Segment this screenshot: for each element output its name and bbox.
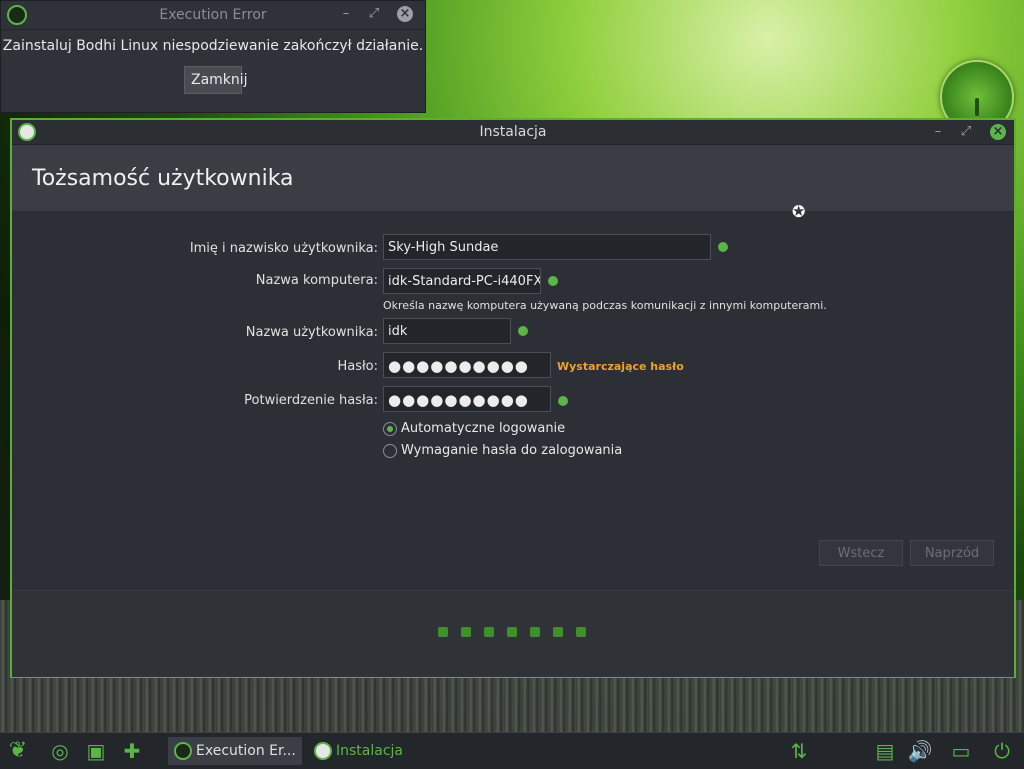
auto-login-radio[interactable]: Automatyczne logowanie	[383, 421, 565, 436]
mouse-cursor-icon: ✪	[792, 202, 806, 221]
clipboard-icon[interactable]: ▤	[871, 737, 899, 765]
next-button[interactable]: Naprzód	[910, 540, 994, 566]
app-store-bag-icon[interactable]: ✚	[118, 737, 146, 765]
computer-name-valid-icon	[548, 276, 558, 286]
network-transfer-icon[interactable]: ⇅	[785, 737, 813, 765]
installer-logo-icon	[18, 123, 36, 141]
full-name-valid-icon	[718, 242, 728, 252]
computer-name-label: Nazwa komputera:	[255, 273, 378, 288]
browser-icon[interactable]: ◎	[46, 737, 74, 765]
minimize-icon[interactable]: –	[930, 124, 946, 140]
require-password-radio[interactable]: Wymaganie hasła do zalogowania	[383, 443, 622, 458]
computer-name-input[interactable]: idk-Standard-PC-i440FX	[383, 268, 541, 294]
progress-step	[461, 627, 471, 637]
back-button[interactable]: Wstecz	[819, 540, 903, 566]
password-input[interactable]: ●●●●●●●●●●	[383, 352, 551, 378]
password-strength-label: Wystarczające hasło	[557, 360, 684, 373]
full-name-input[interactable]: Sky-High Sundae	[383, 234, 711, 260]
task-label: Execution Er...	[196, 743, 296, 759]
confirm-password-input[interactable]: ●●●●●●●●●●	[383, 386, 551, 412]
task-app-icon	[314, 742, 332, 760]
installer-title: Instalacja	[479, 124, 547, 140]
username-valid-icon	[518, 326, 528, 336]
maximize-icon[interactable]: ⤢	[366, 6, 382, 22]
radio-selected-icon	[383, 421, 397, 436]
notifications-icon[interactable]: ▭	[947, 737, 975, 765]
task-app-icon	[174, 742, 192, 760]
task-execution-error[interactable]: Execution Er...	[168, 737, 302, 765]
progress-step	[438, 627, 448, 637]
maximize-icon[interactable]: ⤢	[958, 124, 974, 140]
close-button[interactable]: Zamknij	[184, 66, 248, 94]
terminal-icon[interactable]: ▣	[82, 737, 110, 765]
bodhi-logo-icon	[7, 5, 27, 25]
installer-titlebar[interactable]: Instalacja – ⤢ ×	[12, 120, 1014, 145]
page-header: Tożsamość użytkownika	[12, 145, 1014, 212]
task-installer[interactable]: Instalacja	[314, 737, 403, 765]
password-label: Hasło:	[337, 359, 378, 374]
execution-error-window: Execution Error – ⤢ × Zainstaluj Bodhi L…	[0, 0, 426, 113]
progress-step	[484, 627, 494, 637]
progress-step	[507, 627, 517, 637]
error-window-title: Execution Error	[159, 7, 267, 23]
volume-icon[interactable]: 🔊	[906, 737, 934, 765]
full-name-label: Imię i nazwisko użytkownika:	[189, 241, 378, 256]
username-label: Nazwa użytkownika:	[245, 325, 378, 340]
progress-step	[576, 627, 586, 637]
progress-steps	[438, 627, 586, 637]
taskbar: ❦ ◎ ▣ ✚ Execution Er... Instalacja ⇅ ▤ 🔊…	[0, 732, 1024, 769]
minimize-icon[interactable]: –	[338, 6, 354, 22]
computer-name-hint: Określa nazwę komputera używaną podczas …	[383, 299, 827, 312]
start-menu-leaf-icon[interactable]: ❦	[4, 737, 32, 765]
confirm-password-label: Potwierdzenie hasła:	[244, 393, 378, 408]
error-window-titlebar[interactable]: Execution Error – ⤢ ×	[1, 1, 425, 30]
close-icon[interactable]: ×	[990, 124, 1006, 140]
close-icon[interactable]: ×	[397, 6, 413, 22]
auto-login-label: Automatyczne logowanie	[401, 421, 566, 436]
power-icon[interactable]: ⏻	[988, 737, 1016, 765]
error-message: Zainstaluj Bodhi Linux niespodziewanie z…	[2, 38, 424, 54]
task-label: Instalacja	[336, 743, 403, 759]
require-password-label: Wymaganie hasła do zalogowania	[401, 443, 623, 458]
username-input[interactable]: idk	[383, 318, 511, 344]
confirm-password-valid-icon	[558, 396, 568, 406]
installer-window: Instalacja – ⤢ × Tożsamość użytkownika I…	[10, 118, 1016, 678]
page-title: Tożsamość użytkownika	[32, 165, 294, 191]
progress-step	[553, 627, 563, 637]
radio-unselected-icon	[383, 443, 397, 458]
progress-step	[530, 627, 540, 637]
